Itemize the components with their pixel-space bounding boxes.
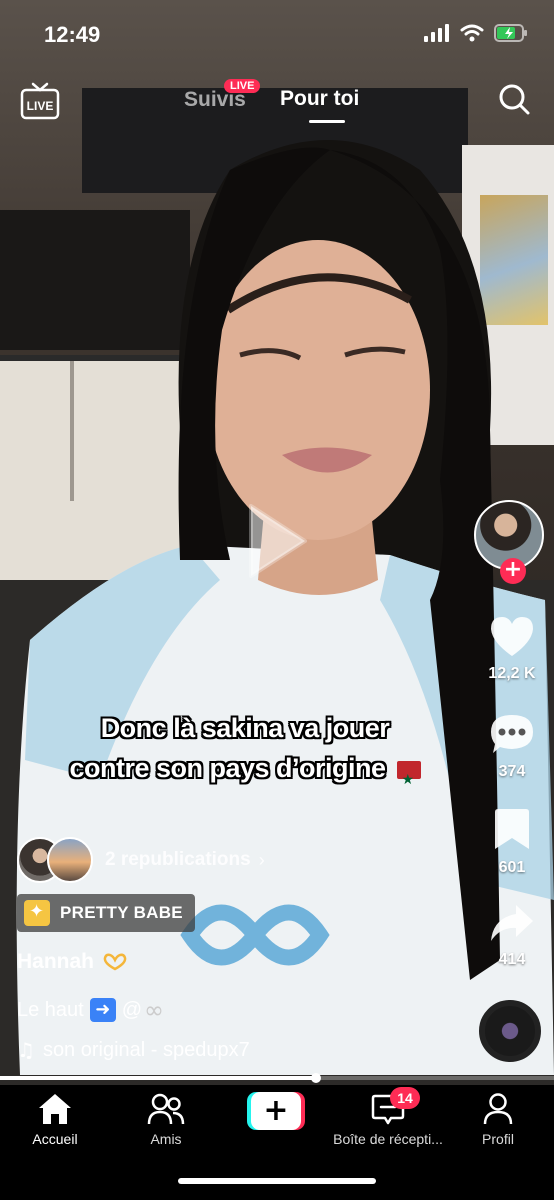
- tab-for-you[interactable]: Pour toi: [280, 87, 359, 111]
- share-count: 414: [498, 951, 526, 968]
- top-nav: LIVE Suivis LIVE Pour toi: [0, 70, 554, 130]
- video-progress-fill: [0, 1076, 316, 1080]
- tab-inbox[interactable]: 14 Boîte de récepti...: [333, 1087, 443, 1147]
- overlay-caption-line1: Donc là sakina va jouer: [100, 713, 390, 743]
- creator-avatar[interactable]: +: [474, 500, 546, 590]
- tab-inbox-label: Boîte de récepti...: [333, 1131, 443, 1147]
- heart-hands-icon: [103, 954, 127, 971]
- description-mention[interactable]: @: [122, 999, 142, 1022]
- battery-charging-icon: [494, 24, 527, 42]
- infinity-icon: ∞: [144, 996, 165, 1024]
- comment-button[interactable]: 374: [470, 712, 554, 781]
- wifi-icon: [460, 24, 484, 42]
- sparkle-icon: [24, 900, 50, 926]
- reposts-label: 2 republications: [105, 849, 251, 870]
- create-plus-icon: +: [247, 1092, 305, 1130]
- inbox-badge: 14: [390, 1087, 420, 1109]
- video-progress-knob[interactable]: [310, 1073, 321, 1083]
- tab-profile-label: Profil: [482, 1131, 514, 1147]
- tab-friends-label: Amis: [150, 1131, 182, 1147]
- repost-avatar-2: [47, 837, 93, 883]
- home-icon: [39, 1094, 71, 1124]
- profile-icon: [483, 1093, 513, 1125]
- arrow-right-icon: ➜: [89, 998, 116, 1022]
- search-icon[interactable]: [497, 82, 531, 116]
- overlay-caption-line2: contre son pays d’origine: [69, 753, 386, 783]
- video-overlay-caption: Donc là sakina va jouer contre son pays …: [30, 708, 460, 800]
- follow-plus-icon[interactable]: +: [500, 558, 526, 584]
- tab-home[interactable]: Accueil: [0, 1091, 110, 1147]
- comment-count: 374: [498, 763, 526, 780]
- music-note-icon: ♫: [17, 1038, 35, 1062]
- tab-friends[interactable]: Amis: [111, 1091, 221, 1147]
- effect-chip[interactable]: PRETTY BABE: [17, 894, 195, 932]
- effect-chip-label: PRETTY BABE: [60, 903, 183, 922]
- save-button[interactable]: 601: [470, 806, 554, 877]
- home-indicator: [178, 1178, 376, 1184]
- comment-icon: [491, 715, 533, 753]
- tab-home-label: Accueil: [32, 1131, 78, 1147]
- signal-icon: [424, 24, 449, 42]
- chevron-right-icon: ›: [258, 849, 265, 870]
- like-button[interactable]: 12,2 K: [470, 614, 554, 683]
- description-text: Le haut: [17, 998, 84, 1021]
- sound-row[interactable]: ♫ son original - spedupx7: [17, 1038, 250, 1062]
- music-disc-icon[interactable]: [479, 1000, 541, 1062]
- sound-name: son original - spedupx7: [42, 1038, 250, 1061]
- reposts-row[interactable]: 2 republications ›: [17, 836, 265, 884]
- play-icon[interactable]: [243, 500, 311, 582]
- video-progress-bar[interactable]: [0, 1073, 554, 1083]
- share-arrow-icon: [491, 905, 533, 941]
- active-tab-indicator: [309, 120, 345, 123]
- status-bar: 12:49: [0, 0, 554, 70]
- status-icons: [424, 24, 528, 42]
- morocco-flag-icon: [396, 760, 421, 800]
- live-tv-icon[interactable]: LIVE: [20, 82, 60, 120]
- post-description[interactable]: Le haut ➜ @ ∞: [17, 996, 164, 1024]
- share-button[interactable]: 414: [470, 902, 554, 969]
- author-name-text: Hannah: [17, 950, 95, 973]
- tab-create[interactable]: +: [221, 1091, 331, 1130]
- tab-profile[interactable]: Profil: [443, 1091, 553, 1147]
- bookmark-icon: [495, 809, 529, 849]
- save-count: 601: [498, 859, 526, 876]
- status-time: 12:49: [44, 22, 101, 47]
- author-name[interactable]: Hannah: [17, 950, 128, 974]
- like-count: 12,2 K: [488, 665, 536, 682]
- live-badge: LIVE: [224, 79, 261, 93]
- heart-icon: [491, 617, 533, 656]
- friends-icon: [147, 1093, 185, 1125]
- live-icon-label: LIVE: [27, 99, 54, 113]
